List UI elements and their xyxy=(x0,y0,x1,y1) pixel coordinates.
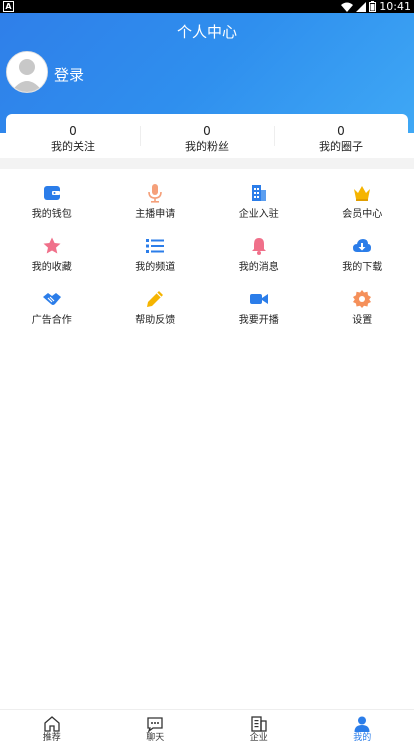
section-divider xyxy=(0,158,414,169)
bell-icon xyxy=(249,236,269,256)
stat-following[interactable]: 0 我的关注 xyxy=(6,114,140,156)
menu-item-label: 主播申请 xyxy=(104,209,208,221)
user-icon xyxy=(353,715,371,733)
tab-company[interactable]: 企业 xyxy=(207,710,311,743)
stat-value: 0 xyxy=(140,124,274,138)
stat-label: 我的关注 xyxy=(6,140,140,154)
cloud-download-icon xyxy=(352,236,372,256)
menu-item-label: 设置 xyxy=(311,315,414,327)
menu-item-ad-cooperation[interactable]: 广告合作 xyxy=(0,286,104,339)
status-bar: A 10:41 xyxy=(0,0,414,13)
menu-item-label: 我要开播 xyxy=(207,315,311,327)
menu-item-vip[interactable]: 会员中心 xyxy=(311,180,414,233)
page-title: 个人中心 xyxy=(0,21,414,42)
list-icon xyxy=(145,236,165,256)
menu-item-label: 帮助反馈 xyxy=(104,315,208,327)
menu-item-channels[interactable]: 我的频道 xyxy=(104,233,208,286)
menu-item-label: 我的下载 xyxy=(311,262,414,274)
signal-icon xyxy=(356,2,366,12)
handshake-icon xyxy=(42,289,62,309)
menu-item-label: 企业入驻 xyxy=(207,209,311,221)
default-avatar-icon xyxy=(7,52,47,92)
notification-icon: A xyxy=(3,1,14,12)
wifi-icon xyxy=(341,2,353,12)
tab-mine[interactable]: 我的 xyxy=(311,710,414,743)
stat-value: 0 xyxy=(274,124,408,138)
menu-item-label: 广告合作 xyxy=(0,315,104,327)
video-camera-icon xyxy=(249,289,269,309)
menu-item-go-live[interactable]: 我要开播 xyxy=(207,286,311,339)
stat-value: 0 xyxy=(6,124,140,138)
company-icon xyxy=(250,715,268,733)
stat-label: 我的圈子 xyxy=(274,140,408,154)
stats-card: 0 我的关注 0 我的粉丝 0 我的圈子 xyxy=(6,114,408,156)
menu-item-label: 会员中心 xyxy=(311,209,414,221)
building-icon xyxy=(249,183,269,203)
status-icons: 10:41 xyxy=(341,0,411,13)
star-icon xyxy=(42,236,62,256)
menu-item-label: 我的消息 xyxy=(207,262,311,274)
avatar[interactable] xyxy=(6,51,48,93)
chat-icon xyxy=(146,715,164,733)
crown-icon xyxy=(352,183,372,203)
menu-item-settings[interactable]: 设置 xyxy=(311,286,414,339)
menu-item-label: 我的钱包 xyxy=(0,209,104,221)
menu-item-enterprise[interactable]: 企业入驻 xyxy=(207,180,311,233)
menu-item-downloads[interactable]: 我的下载 xyxy=(311,233,414,286)
status-time: 10:41 xyxy=(379,0,411,13)
gear-icon xyxy=(352,289,372,309)
tab-recommend[interactable]: 推荐 xyxy=(0,710,104,743)
menu-item-wallet[interactable]: 我的钱包 xyxy=(0,180,104,233)
stat-circles[interactable]: 0 我的圈子 xyxy=(274,114,408,156)
menu-item-label: 我的频道 xyxy=(104,262,208,274)
menu-item-messages[interactable]: 我的消息 xyxy=(207,233,311,286)
battery-icon xyxy=(369,1,376,12)
menu-item-anchor-apply[interactable]: 主播申请 xyxy=(104,180,208,233)
microphone-icon xyxy=(145,183,165,203)
menu-grid: 我的钱包 主播申请 企业入驻 xyxy=(0,180,414,339)
menu-item-label: 我的收藏 xyxy=(0,262,104,274)
home-icon xyxy=(43,715,61,733)
menu-item-help-feedback[interactable]: 帮助反馈 xyxy=(104,286,208,339)
wallet-icon xyxy=(42,183,62,203)
stat-fans[interactable]: 0 我的粉丝 xyxy=(140,114,274,156)
tab-chat[interactable]: 聊天 xyxy=(104,710,208,743)
stat-label: 我的粉丝 xyxy=(140,140,274,154)
menu-item-favorites[interactable]: 我的收藏 xyxy=(0,233,104,286)
pencil-icon xyxy=(145,289,165,309)
bottom-tab-bar: 推荐 聊天 企业 我的 xyxy=(0,709,414,743)
login-link[interactable]: 登录 xyxy=(54,64,84,85)
